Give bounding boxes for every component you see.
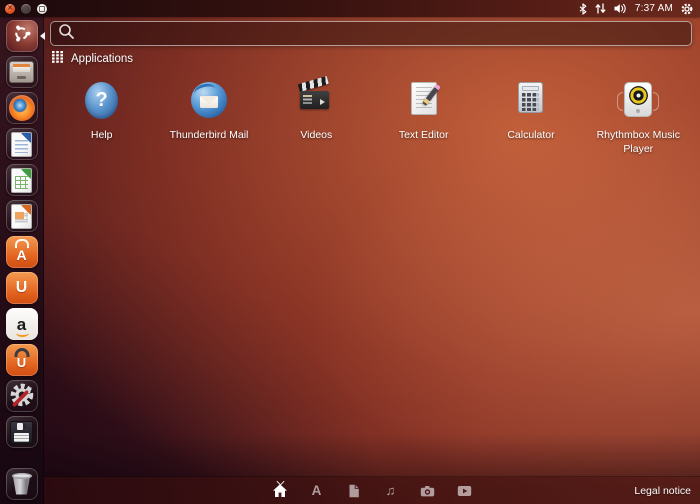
- launcher-item-libreoffice-impress[interactable]: [5, 200, 38, 232]
- app-label: Calculator: [507, 129, 555, 141]
- app-result-videos[interactable]: Videos: [263, 76, 370, 156]
- desktop-wallpaper: [0, 0, 700, 504]
- clapperboard-icon: [298, 76, 333, 115]
- launcher-item-ubuntu-one[interactable]: U: [5, 272, 38, 304]
- app-label: Help: [90, 129, 113, 141]
- text-editor-icon: [410, 82, 441, 115]
- lens-videos[interactable]: [455, 477, 475, 504]
- top-panel: ✕ 7:37 AM: [0, 0, 700, 17]
- dash-search-bar[interactable]: [50, 21, 692, 46]
- launcher-item-dash-home[interactable]: [5, 20, 45, 52]
- lens-photos[interactable]: [418, 477, 438, 504]
- close-button[interactable]: ✕: [5, 3, 15, 14]
- ubuntu-one-letter: U: [15, 279, 28, 296]
- network-updown-icon[interactable]: [595, 3, 606, 14]
- launcher-item-disk[interactable]: [5, 416, 38, 448]
- thunderbird-icon: [190, 81, 227, 118]
- headphones-icon: [14, 348, 29, 357]
- launcher-item-software-center[interactable]: A: [5, 236, 38, 268]
- category-header: Applications: [52, 50, 133, 68]
- launcher-item-system-settings[interactable]: [5, 380, 38, 412]
- launcher-item-libreoffice-calc[interactable]: [5, 164, 38, 196]
- help-icon: ?: [85, 82, 119, 119]
- legal-notice-link[interactable]: Legal notice: [634, 485, 691, 497]
- volume-icon[interactable]: [614, 3, 627, 14]
- rhythmbox-icon: [617, 82, 660, 117]
- maximize-button[interactable]: [37, 3, 47, 14]
- lens-bar: A ♫ Legal notice: [44, 477, 700, 504]
- launcher-item-libreoffice-writer[interactable]: [5, 128, 38, 160]
- lens-switcher: A ♫: [270, 477, 475, 504]
- app-result-rhythmbox[interactable]: Rhythmbox Music Player: [585, 82, 692, 156]
- ubuntu-logo-icon: [12, 24, 31, 48]
- launcher-item-trash[interactable]: [5, 468, 38, 500]
- panel-indicators: 7:37 AM: [579, 2, 700, 15]
- lens-files[interactable]: [344, 477, 364, 504]
- lens-music[interactable]: ♫: [381, 477, 401, 504]
- file-cabinet-icon: [9, 61, 34, 83]
- app-results-grid: ? Help Thunderbird Mail Videos Text Edit…: [48, 76, 692, 156]
- lens-home[interactable]: [270, 477, 290, 504]
- app-result-thunderbird[interactable]: Thunderbird Mail: [155, 81, 262, 156]
- bluetooth-icon[interactable]: [579, 2, 587, 15]
- libreoffice-impress-icon: [11, 203, 32, 229]
- launcher-item-firefox[interactable]: [5, 92, 38, 124]
- applications-category-icon: [52, 50, 63, 68]
- app-result-calculator[interactable]: Calculator: [477, 82, 584, 156]
- trash-icon: [10, 472, 34, 496]
- window-controls: ✕: [0, 3, 47, 14]
- search-input[interactable]: [81, 25, 684, 42]
- app-label: Videos: [300, 129, 333, 141]
- search-icon: [58, 23, 75, 45]
- launcher-item-amazon[interactable]: a: [5, 308, 38, 340]
- floppy-disk-icon: [10, 420, 33, 444]
- minimize-button[interactable]: [21, 3, 31, 14]
- app-result-help[interactable]: ? Help: [48, 82, 155, 156]
- launcher-item-ubuntu-one-music[interactable]: U: [5, 344, 38, 376]
- firefox-icon: [8, 95, 35, 121]
- session-gear-icon[interactable]: [681, 3, 693, 15]
- app-label: Thunderbird Mail: [169, 129, 249, 141]
- clock[interactable]: 7:37 AM: [635, 3, 673, 14]
- libreoffice-writer-icon: [11, 131, 32, 157]
- maximize-icon: [39, 5, 45, 12]
- software-center-letter: A: [16, 247, 27, 263]
- dash-open-arrow-icon: [39, 32, 45, 40]
- launcher-item-files[interactable]: [5, 56, 38, 88]
- lens-applications[interactable]: A: [307, 477, 327, 504]
- libreoffice-calc-icon: [11, 167, 32, 193]
- music-store-icon: U: [6, 344, 38, 376]
- amazon-letter: a: [15, 314, 30, 337]
- app-label: Rhythmbox Music Player: [596, 129, 681, 155]
- calculator-icon: [518, 82, 544, 113]
- app-result-text-editor[interactable]: Text Editor: [370, 82, 477, 156]
- shopping-bag-icon: [14, 239, 29, 248]
- launcher: A U a U: [0, 17, 45, 504]
- category-title: Applications: [71, 53, 134, 65]
- app-label: Text Editor: [398, 129, 449, 141]
- gear-wrench-icon: [9, 383, 35, 409]
